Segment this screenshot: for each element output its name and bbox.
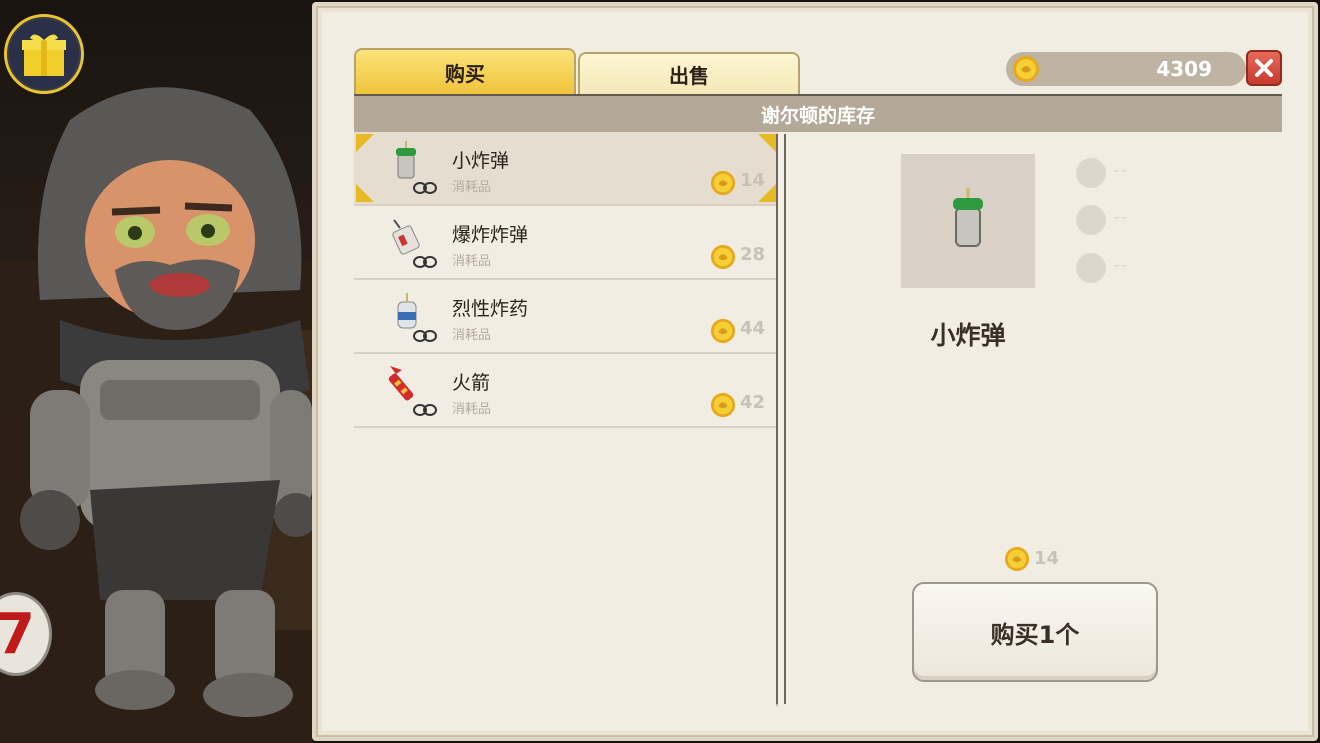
- stat-slot-dot: [1076, 205, 1106, 235]
- rocket-icon: [388, 366, 437, 416]
- item-name: 火箭: [452, 372, 491, 394]
- list-item[interactable]: 爆炸炸弹 消耗品 28: [354, 206, 778, 280]
- item-name: 爆炸炸弹: [452, 224, 529, 246]
- coin-icon: [710, 244, 736, 270]
- selection-corner: [356, 134, 374, 152]
- buy-one-button[interactable]: 购买1个: [912, 582, 1158, 682]
- list-item[interactable]: 烈性炸药 消耗品 44: [354, 280, 778, 354]
- list-item[interactable]: 火箭 消耗品 42: [354, 354, 778, 428]
- explosive-bomb-icon: [392, 219, 437, 268]
- list-item[interactable]: 小炸弹 消耗品 14: [354, 132, 778, 206]
- item-category: 消耗品: [452, 254, 492, 269]
- detail-item-image: [901, 154, 1035, 288]
- shop-panel: 购买 出售 4309 谢尔顿的库存 小炸弹 消耗品 14 爆炸炸弹 消耗品 28…: [312, 2, 1318, 741]
- item-price: 28: [740, 244, 766, 265]
- small-bomb-icon: [953, 188, 983, 247]
- stat-slot: --: [1076, 253, 1156, 283]
- close-icon: [1255, 59, 1273, 77]
- selection-corner: [758, 134, 776, 152]
- dynamite-icon: [397, 293, 437, 342]
- gift-icon: [22, 34, 66, 76]
- currency-amount: 4309: [1156, 57, 1212, 81]
- stat-slot: --: [1076, 158, 1156, 188]
- stat-slot-value: --: [1114, 163, 1129, 179]
- coin-icon: [710, 392, 736, 418]
- currency-display: 4309: [1006, 52, 1246, 86]
- item-price: 44: [740, 318, 766, 339]
- coin-icon: [1004, 546, 1030, 572]
- item-price: 42: [740, 392, 766, 413]
- item-list[interactable]: 小炸弹 消耗品 14 爆炸炸弹 消耗品 28 烈性炸药 消耗品 44 火箭 消耗…: [354, 132, 778, 706]
- coin-icon: [710, 318, 736, 344]
- detail-item-name: 小炸弹: [930, 321, 1006, 350]
- item-category: 消耗品: [452, 402, 492, 417]
- tab-sell[interactable]: 出售: [578, 52, 800, 94]
- detail-price-value: 14: [1034, 548, 1060, 569]
- item-category: 消耗品: [452, 328, 492, 343]
- gift-button[interactable]: [4, 14, 84, 94]
- character-scene: 7: [0, 0, 312, 743]
- coin-icon: [710, 170, 736, 196]
- stat-slot-dot: [1076, 158, 1106, 188]
- tab-buy[interactable]: 购买: [354, 48, 576, 94]
- selection-corner: [356, 184, 374, 202]
- item-name: 烈性炸药: [452, 298, 529, 320]
- inventory-header: 谢尔顿的库存: [354, 94, 1282, 132]
- list-scrollbar[interactable]: [776, 134, 786, 704]
- coin-icon: [1013, 56, 1039, 82]
- stat-slot-value: --: [1114, 210, 1129, 226]
- stat-slot-value: --: [1114, 258, 1129, 274]
- stat-slot: --: [1076, 205, 1156, 235]
- stat-slot-dot: [1076, 253, 1106, 283]
- item-price: 14: [740, 170, 766, 191]
- close-button[interactable]: [1246, 50, 1282, 86]
- small-bomb-icon: [396, 141, 437, 194]
- item-category: 消耗品: [452, 180, 492, 195]
- detail-price: 14: [1004, 546, 1084, 574]
- item-name: 小炸弹: [452, 150, 510, 172]
